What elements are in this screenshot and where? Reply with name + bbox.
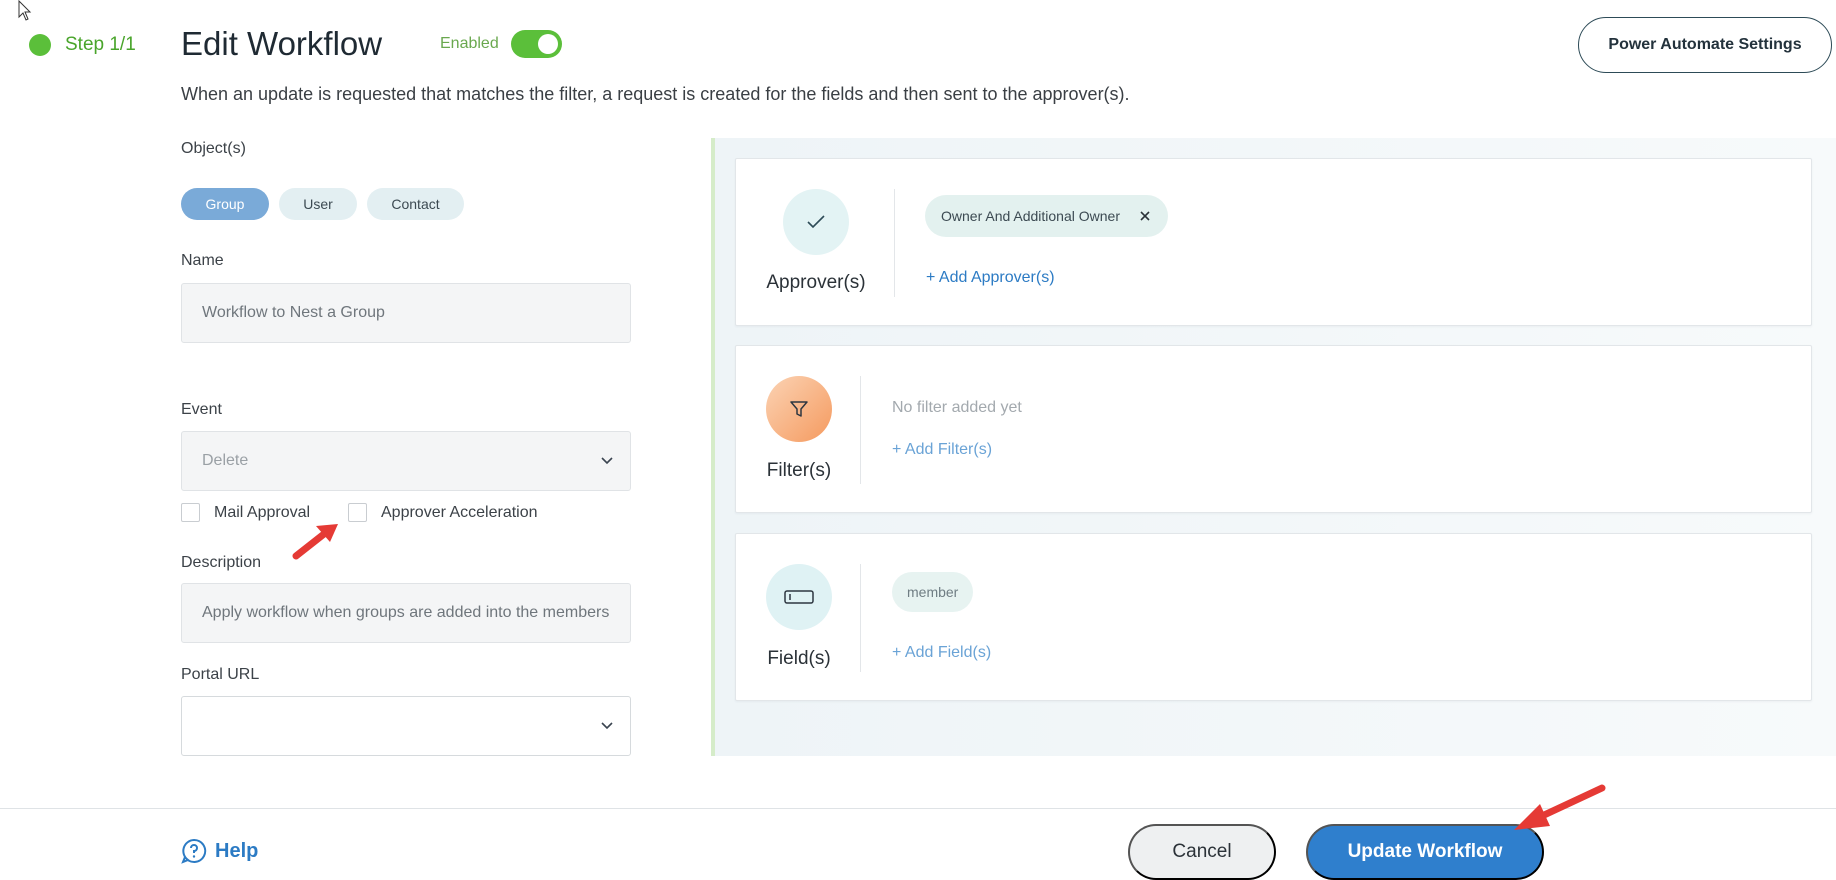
help-icon bbox=[181, 838, 207, 864]
mouse-cursor-icon bbox=[18, 0, 32, 21]
page-title: Edit Workflow bbox=[181, 25, 383, 62]
approver-acceleration-label: Approver Acceleration bbox=[381, 503, 538, 521]
approvers-label: Approver(s) bbox=[766, 272, 866, 293]
portal-url-select[interactable] bbox=[181, 696, 631, 756]
enabled-toggle-group: Enabled bbox=[440, 30, 562, 58]
help-label: Help bbox=[215, 839, 259, 862]
page-description: When an update is requested that matches… bbox=[181, 84, 1130, 104]
event-select-value: Delete bbox=[202, 452, 249, 469]
approver-chip-label: Owner And Additional Owner bbox=[941, 208, 1120, 224]
card-divider bbox=[860, 376, 861, 484]
add-fields-link[interactable]: + Add Field(s) bbox=[892, 644, 991, 662]
approvers-card: Approver(s) Owner And Additional Owner +… bbox=[735, 158, 1812, 326]
filters-card: Filter(s) No filter added yet + Add Filt… bbox=[735, 345, 1812, 513]
object-pill-group[interactable]: Group bbox=[181, 188, 269, 220]
name-label: Name bbox=[181, 252, 224, 269]
event-select[interactable]: Delete bbox=[181, 431, 631, 491]
checkmark-icon bbox=[783, 189, 849, 255]
card-divider bbox=[894, 189, 895, 297]
annotation-arrow-icon bbox=[1514, 784, 1606, 830]
chevron-down-icon bbox=[601, 457, 613, 465]
filters-label: Filter(s) bbox=[766, 460, 832, 481]
mail-approval-label: Mail Approval bbox=[214, 503, 311, 521]
field-box-icon bbox=[766, 564, 832, 630]
portal-url-label: Portal URL bbox=[181, 666, 260, 683]
object-pill-user[interactable]: User bbox=[279, 188, 357, 220]
chevron-down-icon bbox=[601, 722, 613, 730]
no-filter-text: No filter added yet bbox=[892, 399, 1022, 416]
event-label: Event bbox=[181, 401, 222, 418]
approver-acceleration-option: Approver Acceleration bbox=[348, 503, 538, 522]
objects-label: Object(s) bbox=[181, 140, 246, 157]
annotation-arrow-icon bbox=[292, 524, 338, 560]
cancel-button[interactable]: Cancel bbox=[1128, 824, 1276, 880]
fields-label: Field(s) bbox=[767, 648, 831, 669]
approver-chip: Owner And Additional Owner bbox=[925, 195, 1168, 237]
help-link[interactable]: Help bbox=[181, 838, 258, 864]
description-input[interactable]: Apply workflow when groups are added int… bbox=[181, 583, 631, 643]
description-input-value: Apply workflow when groups are added int… bbox=[202, 604, 610, 621]
step-status-dot bbox=[29, 34, 51, 56]
funnel-icon bbox=[766, 376, 832, 442]
enabled-label: Enabled bbox=[440, 35, 499, 52]
field-chip: member bbox=[892, 572, 974, 612]
description-label: Description bbox=[181, 554, 262, 571]
mail-approval-checkbox[interactable] bbox=[181, 503, 200, 522]
step-label: Step 1/1 bbox=[65, 34, 136, 55]
object-pill-contact[interactable]: Contact bbox=[367, 188, 464, 220]
power-automate-settings-button[interactable]: Power Automate Settings bbox=[1578, 17, 1832, 73]
card-divider bbox=[860, 564, 861, 672]
step-indicator: Step 1/1 bbox=[29, 34, 136, 56]
approver-acceleration-checkbox[interactable] bbox=[348, 503, 367, 522]
name-input[interactable]: Workflow to Nest a Group bbox=[181, 283, 631, 343]
name-input-value: Workflow to Nest a Group bbox=[202, 304, 385, 321]
fields-card: Field(s) member + Add Field(s) bbox=[735, 533, 1812, 701]
add-approvers-link[interactable]: + Add Approver(s) bbox=[926, 269, 1055, 287]
add-filters-link[interactable]: + Add Filter(s) bbox=[892, 441, 992, 459]
toggle-knob bbox=[537, 34, 558, 54]
enabled-toggle[interactable] bbox=[510, 30, 562, 58]
close-icon[interactable] bbox=[1138, 209, 1152, 223]
